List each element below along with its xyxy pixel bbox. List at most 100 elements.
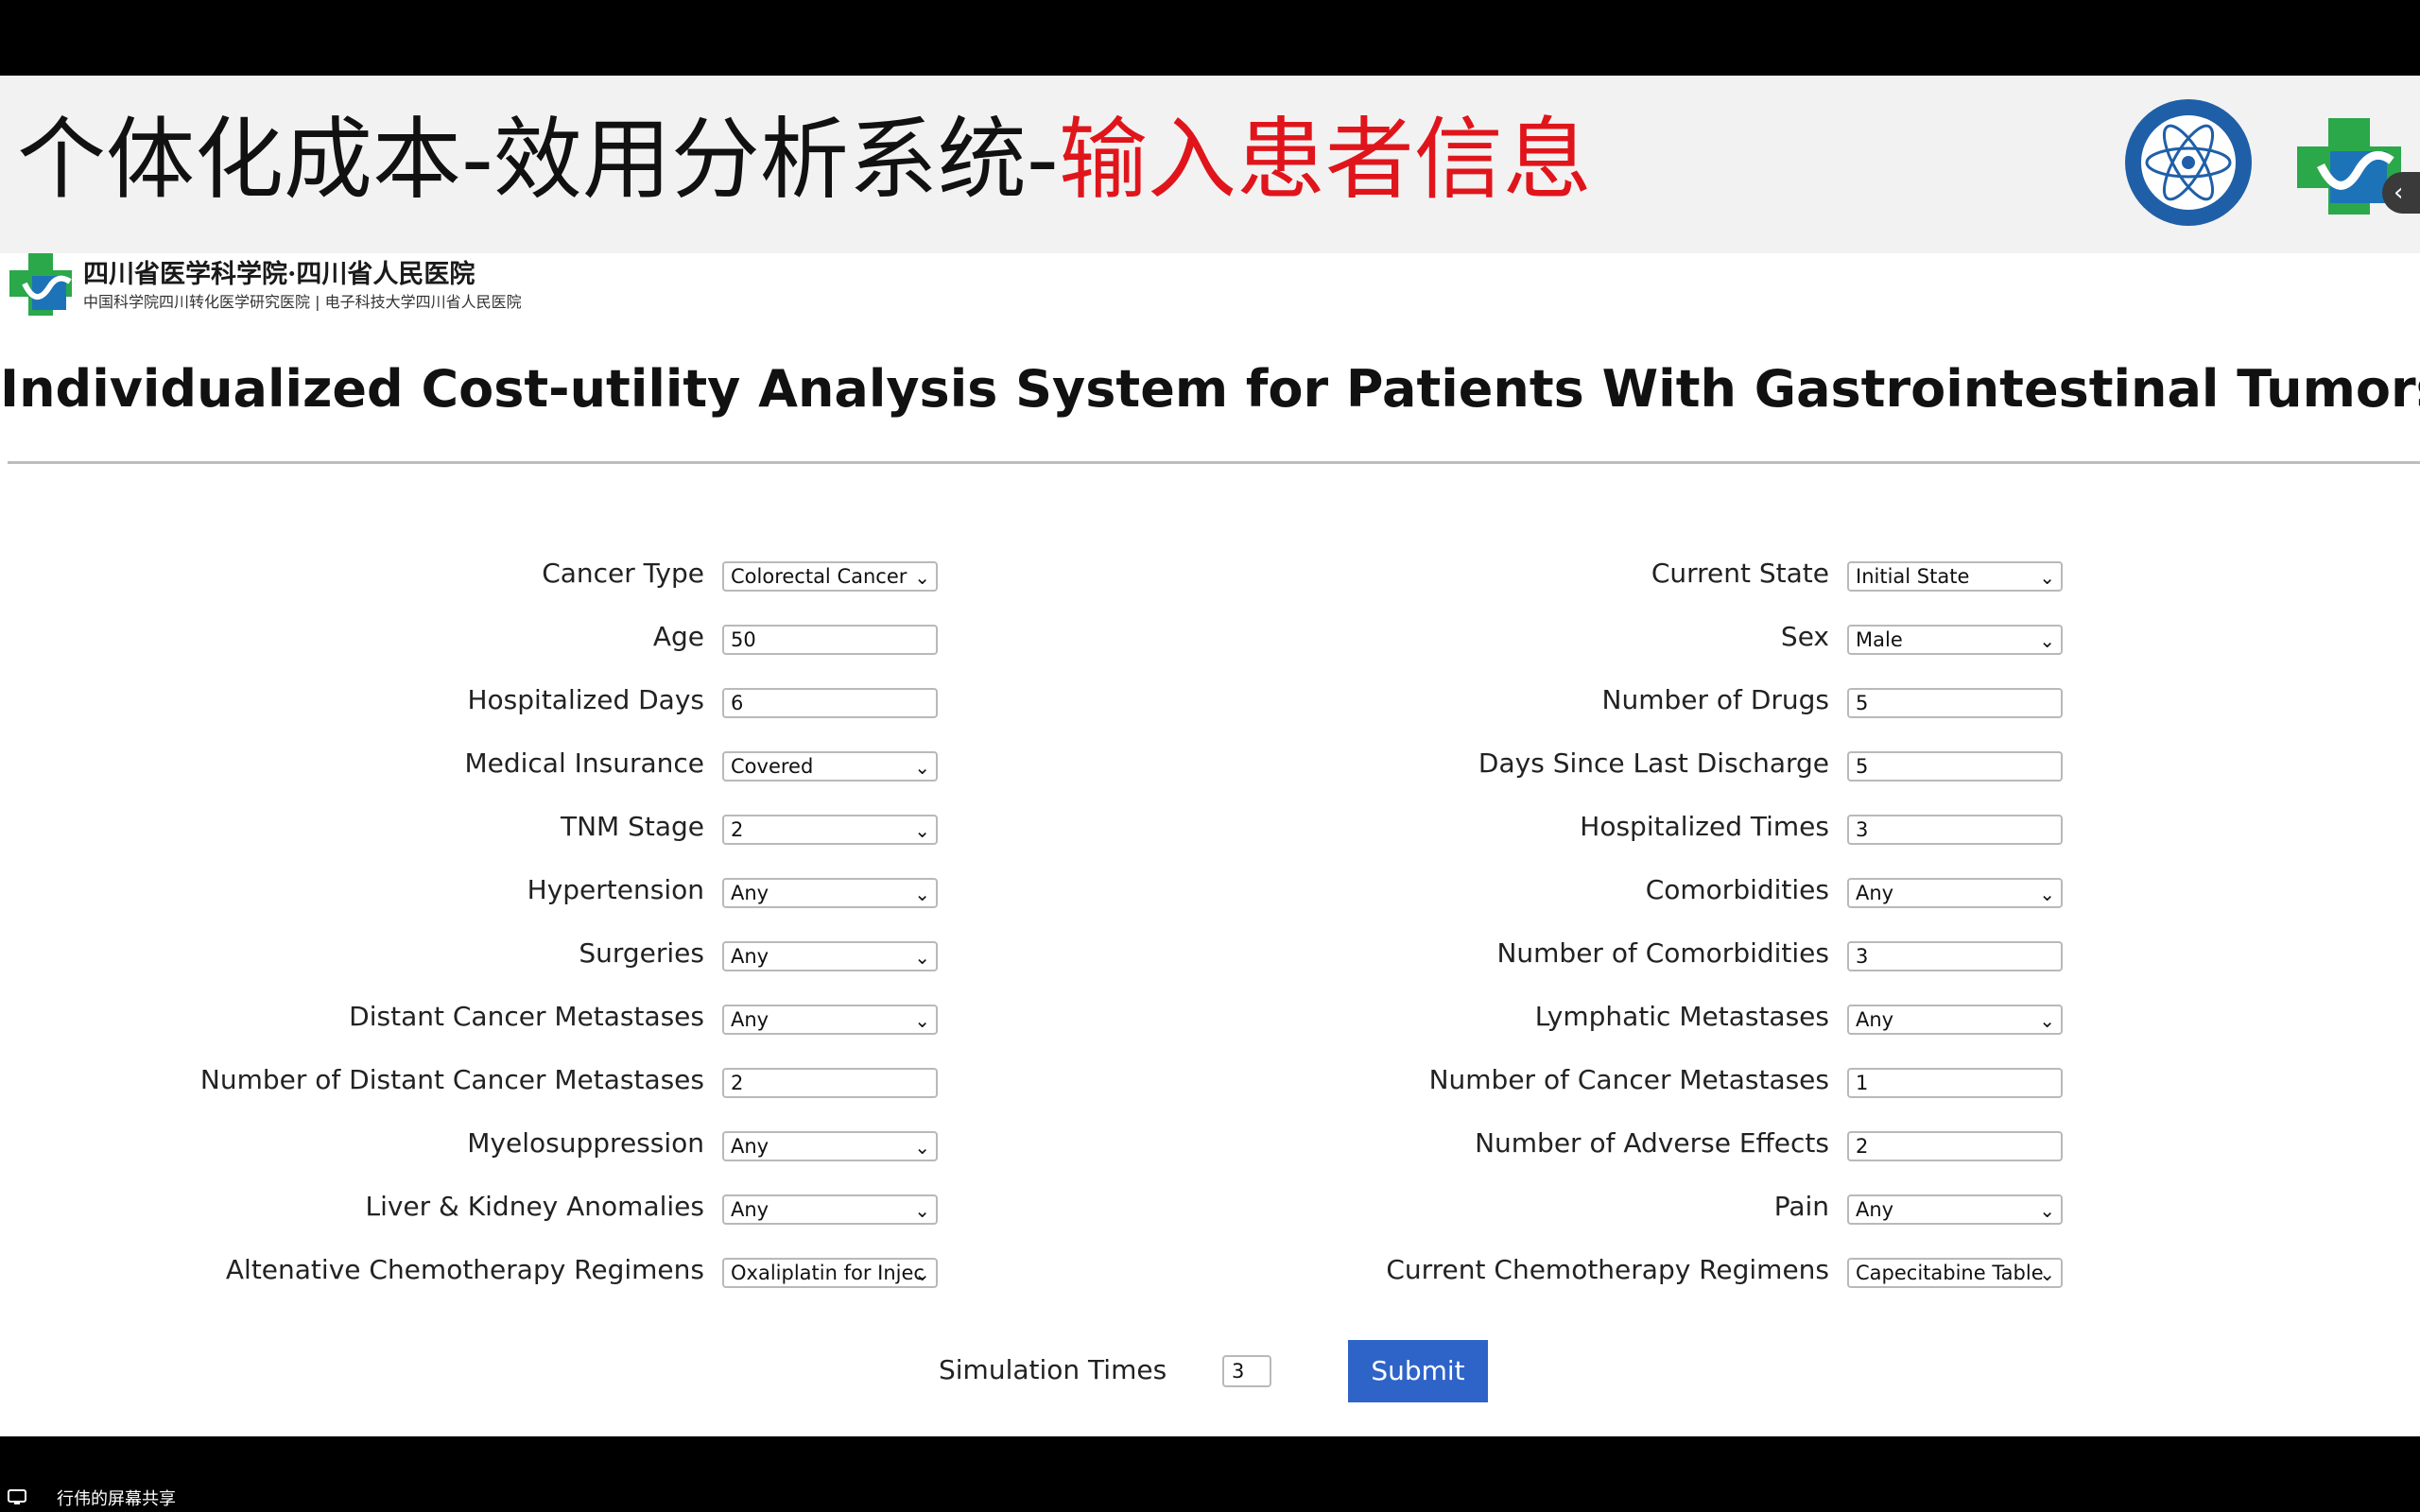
form-left-column: Cancer Type Colorectal Cancer ⌄ Age 50 Hospit… [0, 548, 955, 1308]
form-right-column: Current State Initial State ⌄ Sex Male ⌄ Numbe… [1125, 548, 2080, 1308]
form-row-lymphatic-metastases: Lymphatic Metastases Any ⌄ [1125, 991, 2080, 1055]
hospitalized-times-input[interactable]: 3 [1847, 815, 2063, 845]
number-of-cancer-metastases-input[interactable]: 1 [1847, 1068, 2063, 1098]
lymphatic-metastases-value: Any [1856, 1008, 1894, 1031]
hospital-brand: 四川省医学科学院·四川省人民医院 中国科学院四川转化医学研究医院 | 电子科技大… [8, 251, 522, 318]
chevron-down-icon: ⌄ [2039, 629, 2055, 652]
chevron-down-icon: ⌄ [914, 883, 930, 905]
chevron-down-icon: ⌄ [2039, 883, 2055, 905]
distant-cancer-metastases-label: Distant Cancer Metastases [349, 1001, 704, 1032]
pain-label: Pain [1773, 1191, 1829, 1222]
uestc-seal-logo [2125, 99, 2252, 226]
chevron-down-icon: ⌄ [914, 566, 930, 589]
age-input[interactable]: 50 [722, 625, 938, 655]
tnm-stage-value: 2 [731, 818, 744, 841]
form-row-days-since-last-discharge: Days Since Last Discharge 5 [1125, 738, 2080, 801]
cancer-type-select[interactable]: Colorectal Cancer ⌄ [722, 561, 938, 592]
form-row-tnm-stage: TNM Stage 2 ⌄ [0, 801, 955, 865]
number-of-comorbidities-input[interactable]: 3 [1847, 941, 2063, 971]
slide-title-highlight: 输入患者信息 [1058, 109, 1592, 212]
comorbidities-select[interactable]: Any ⌄ [1847, 878, 2063, 908]
screen-share-icon [8, 1489, 26, 1504]
days-since-last-discharge-input[interactable]: 5 [1847, 751, 2063, 782]
form-row-hypertension: Hypertension Any ⌄ [0, 865, 955, 928]
myelosuppression-select[interactable]: Any ⌄ [722, 1131, 938, 1161]
current-chemotherapy-regimens-label: Current Chemotherapy Regimens [1386, 1254, 1829, 1285]
lymphatic-metastases-select[interactable]: Any ⌄ [1847, 1005, 2063, 1035]
number-of-drugs-label: Number of Drugs [1601, 684, 1829, 715]
form-row-number-of-distant-cancer-metastases: Number of Distant Cancer Metastases 2 [0, 1055, 955, 1118]
chevron-down-icon: ⌄ [914, 1199, 930, 1222]
altenative-chemotherapy-regimens-select[interactable]: Oxaliplatin for Injec ⌄ [722, 1258, 938, 1288]
hospitalized-days-input[interactable]: 6 [722, 688, 938, 718]
hypertension-value: Any [731, 882, 769, 904]
submit-button[interactable]: Submit [1348, 1340, 1488, 1402]
number-of-comorbidities-label: Number of Comorbidities [1496, 937, 1829, 969]
hypertension-select[interactable]: Any ⌄ [722, 878, 938, 908]
pain-value: Any [1856, 1198, 1894, 1221]
hospitalized-times-value: 3 [1856, 818, 1869, 841]
form-row-cancer-type: Cancer Type Colorectal Cancer ⌄ [0, 548, 955, 611]
form-row-number-of-cancer-metastases: Number of Cancer Metastases 1 [1125, 1055, 2080, 1118]
chevron-down-icon: ⌄ [914, 819, 930, 842]
days-since-last-discharge-label: Days Since Last Discharge [1478, 747, 1829, 779]
form-row-altenative-chemotherapy-regimens: Altenative Chemotherapy Regimens Oxalipla… [0, 1245, 955, 1308]
surgeries-label: Surgeries [579, 937, 704, 969]
altenative-chemotherapy-regimens-value: Oxaliplatin for Injec [731, 1262, 925, 1284]
form-row-sex: Sex Male ⌄ [1125, 611, 2080, 675]
number-of-drugs-input[interactable]: 5 [1847, 688, 2063, 718]
hospitalized-times-label: Hospitalized Times [1580, 811, 1829, 842]
pain-select[interactable]: Any ⌄ [1847, 1194, 2063, 1225]
age-value: 50 [731, 628, 756, 651]
number-of-adverse-effects-input[interactable]: 2 [1847, 1131, 2063, 1161]
distant-cancer-metastases-select[interactable]: Any ⌄ [722, 1005, 938, 1035]
sex-select[interactable]: Male ⌄ [1847, 625, 2063, 655]
tnm-stage-select[interactable]: 2 ⌄ [722, 815, 938, 845]
slide-title: 个体化成本-效用分析系统-输入患者信息 [17, 109, 1592, 212]
form-heading: Individualized Cost-utility Analysis Sys… [0, 359, 2420, 419]
collapse-chevron-icon[interactable]: ‹ [2382, 172, 2420, 214]
number-of-adverse-effects-label: Number of Adverse Effects [1475, 1127, 1829, 1159]
liver-and-kidney-anomalies-select[interactable]: Any ⌄ [722, 1194, 938, 1225]
hospitalized-days-label: Hospitalized Days [467, 684, 705, 715]
comorbidities-label: Comorbidities [1645, 874, 1829, 905]
presentation-slide: 个体化成本-效用分析系统-输入患者信息 ‹ 四川省医学科学院·四川省人民医院 中… [0, 76, 2420, 1436]
screen-share-text: 行伟的屏幕共享 [57, 1489, 176, 1509]
number-of-adverse-effects-value: 2 [1856, 1135, 1869, 1158]
hypertension-label: Hypertension [527, 874, 704, 905]
sex-label: Sex [1780, 621, 1829, 652]
chevron-down-icon: ⌄ [2039, 566, 2055, 589]
medical-insurance-select[interactable]: Covered ⌄ [722, 751, 938, 782]
hospital-subtitle: 中国科学院四川转化医学研究医院 | 电子科技大学四川省人民医院 [83, 293, 522, 311]
surgeries-select[interactable]: Any ⌄ [722, 941, 938, 971]
number-of-cancer-metastases-label: Number of Cancer Metastases [1428, 1064, 1829, 1095]
number-of-comorbidities-value: 3 [1856, 945, 1869, 968]
number-of-distant-cancer-metastases-input[interactable]: 2 [722, 1068, 938, 1098]
days-since-last-discharge-value: 5 [1856, 755, 1869, 778]
form-row-age: Age 50 [0, 611, 955, 675]
medical-insurance-value: Covered [731, 755, 814, 778]
current-state-select[interactable]: Initial State ⌄ [1847, 561, 2063, 592]
chevron-down-icon: ⌄ [2039, 1199, 2055, 1222]
sex-value: Male [1856, 628, 1903, 651]
lymphatic-metastases-label: Lymphatic Metastases [1534, 1001, 1829, 1032]
form-row-pain: Pain Any ⌄ [1125, 1181, 2080, 1245]
age-label: Age [652, 621, 704, 652]
current-chemotherapy-regimens-value: Capecitabine Table [1856, 1262, 2044, 1284]
chevron-down-icon: ⌄ [2039, 1009, 2055, 1032]
simulation-times-input[interactable]: 3 [1222, 1355, 1271, 1387]
chevron-down-icon: ⌄ [914, 1136, 930, 1159]
current-chemotherapy-regimens-select[interactable]: Capecitabine Table ⌄ [1847, 1258, 2063, 1288]
chevron-down-icon: ⌄ [914, 1009, 930, 1032]
form-row-hospitalized-times: Hospitalized Times 3 [1125, 801, 2080, 865]
hospitalized-days-value: 6 [731, 692, 744, 714]
chevron-down-icon: ⌄ [914, 946, 930, 969]
number-of-cancer-metastases-value: 1 [1856, 1072, 1869, 1094]
form-row-distant-cancer-metastases: Distant Cancer Metastases Any ⌄ [0, 991, 955, 1055]
chevron-down-icon: ⌄ [914, 1263, 930, 1285]
form-row-myelosuppression: Myelosuppression Any ⌄ [0, 1118, 955, 1181]
chevron-down-icon: ⌄ [914, 756, 930, 779]
myelosuppression-value: Any [731, 1135, 769, 1158]
myelosuppression-label: Myelosuppression [467, 1127, 704, 1159]
hospital-name: 四川省医学科学院·四川省人民医院 [83, 260, 475, 289]
